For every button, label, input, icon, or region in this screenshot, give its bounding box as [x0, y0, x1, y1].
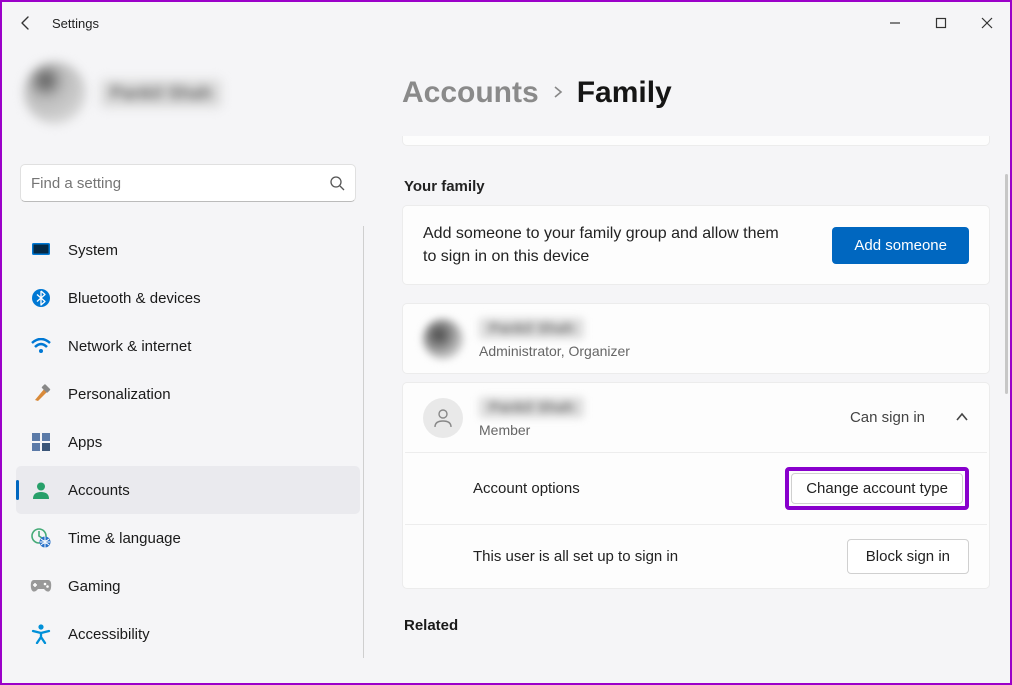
avatar — [24, 62, 86, 124]
signin-status-row: This user is all set up to sign in Block… — [403, 525, 989, 588]
wifi-icon — [30, 335, 52, 357]
sidebar-item-label: Apps — [68, 434, 102, 451]
block-sign-in-button[interactable]: Block sign in — [847, 539, 969, 574]
add-someone-button[interactable]: Add someone — [832, 227, 969, 264]
sidebar-item-time-language[interactable]: Time & language — [16, 514, 360, 562]
sidebar-item-label: Accessibility — [68, 626, 150, 643]
monitor-icon — [30, 239, 52, 261]
minimize-icon — [889, 17, 901, 29]
member-name: Pankil Shah — [479, 318, 584, 339]
gamepad-icon — [30, 575, 52, 597]
search-input-wrapper[interactable] — [20, 164, 356, 202]
scrollbar-thumb[interactable] — [1005, 174, 1008, 394]
member-avatar-generic — [423, 398, 463, 438]
breadcrumb-root[interactable]: Accounts — [402, 76, 539, 110]
sidebar-item-apps[interactable]: Apps — [16, 418, 360, 466]
member-role: Administrator, Organizer — [479, 343, 630, 359]
accessibility-icon — [30, 623, 52, 645]
main-content: Accounts Family Your family Add someone … — [372, 44, 1010, 683]
chevron-right-icon — [553, 82, 563, 105]
section-related: Related — [404, 617, 990, 634]
apps-icon — [30, 431, 52, 453]
close-icon — [981, 17, 993, 29]
maximize-button[interactable] — [918, 8, 964, 38]
profile-block[interactable]: Pankil Shah — [16, 54, 360, 136]
sidebar-item-label: System — [68, 242, 118, 259]
arrow-left-icon — [18, 15, 34, 31]
profile-name: Pankil Shah — [100, 79, 222, 108]
nav-scroll-indicator — [363, 226, 364, 658]
member-name: Pankil Shah — [479, 397, 584, 418]
sidebar-item-label: Network & internet — [68, 338, 191, 355]
change-account-type-button[interactable]: Change account type — [791, 473, 963, 504]
sidebar-item-label: Personalization — [68, 386, 171, 403]
sidebar-item-gaming[interactable]: Gaming — [16, 562, 360, 610]
maximize-icon — [935, 17, 947, 29]
sidebar: Pankil Shah System Bluetooth & devi — [2, 44, 372, 683]
search-input[interactable] — [31, 175, 329, 192]
sidebar-item-system[interactable]: System — [16, 226, 360, 274]
window-title: Settings — [52, 16, 99, 31]
signin-status-label: This user is all set up to sign in — [473, 548, 678, 565]
sidebar-item-label: Bluetooth & devices — [68, 290, 201, 307]
sidebar-item-accessibility[interactable]: Accessibility — [16, 610, 360, 658]
previous-section-peek — [402, 136, 990, 146]
sidebar-item-label: Gaming — [68, 578, 121, 595]
close-button[interactable] — [964, 8, 1010, 38]
minimize-button[interactable] — [872, 8, 918, 38]
chevron-up-icon — [955, 409, 969, 427]
search-icon — [329, 175, 345, 191]
sidebar-item-network[interactable]: Network & internet — [16, 322, 360, 370]
member-status: Can sign in — [850, 409, 925, 426]
sidebar-item-accounts[interactable]: Accounts — [16, 466, 360, 514]
account-options-label: Account options — [473, 480, 580, 497]
member-role: Member — [479, 422, 584, 438]
family-member-expanded: Pankil Shah Member Can sign in Account o… — [402, 382, 990, 589]
section-your-family: Your family — [404, 178, 990, 195]
family-member-row[interactable]: Pankil Shah Member Can sign in — [403, 383, 989, 452]
sidebar-item-bluetooth[interactable]: Bluetooth & devices — [16, 274, 360, 322]
person-outline-icon — [432, 407, 454, 429]
member-avatar — [423, 319, 463, 359]
add-someone-label: Add someone to your family group and all… — [423, 222, 783, 268]
person-icon — [30, 479, 52, 501]
add-someone-card: Add someone to your family group and all… — [402, 205, 990, 285]
sidebar-item-label: Accounts — [68, 482, 130, 499]
clock-globe-icon — [30, 527, 52, 549]
annotation-highlight: Change account type — [785, 467, 969, 510]
breadcrumb: Accounts Family — [402, 76, 990, 110]
back-button[interactable] — [18, 15, 46, 31]
sidebar-item-label: Time & language — [68, 530, 181, 547]
nav: System Bluetooth & devices Network & int… — [16, 226, 360, 658]
family-member-admin[interactable]: Pankil Shah Administrator, Organizer — [402, 303, 990, 374]
sidebar-item-personalization[interactable]: Personalization — [16, 370, 360, 418]
account-options-row: Account options Change account type — [403, 453, 989, 524]
brush-icon — [30, 383, 52, 405]
bluetooth-icon — [30, 287, 52, 309]
breadcrumb-current: Family — [577, 76, 672, 110]
title-bar: Settings — [2, 2, 1010, 44]
